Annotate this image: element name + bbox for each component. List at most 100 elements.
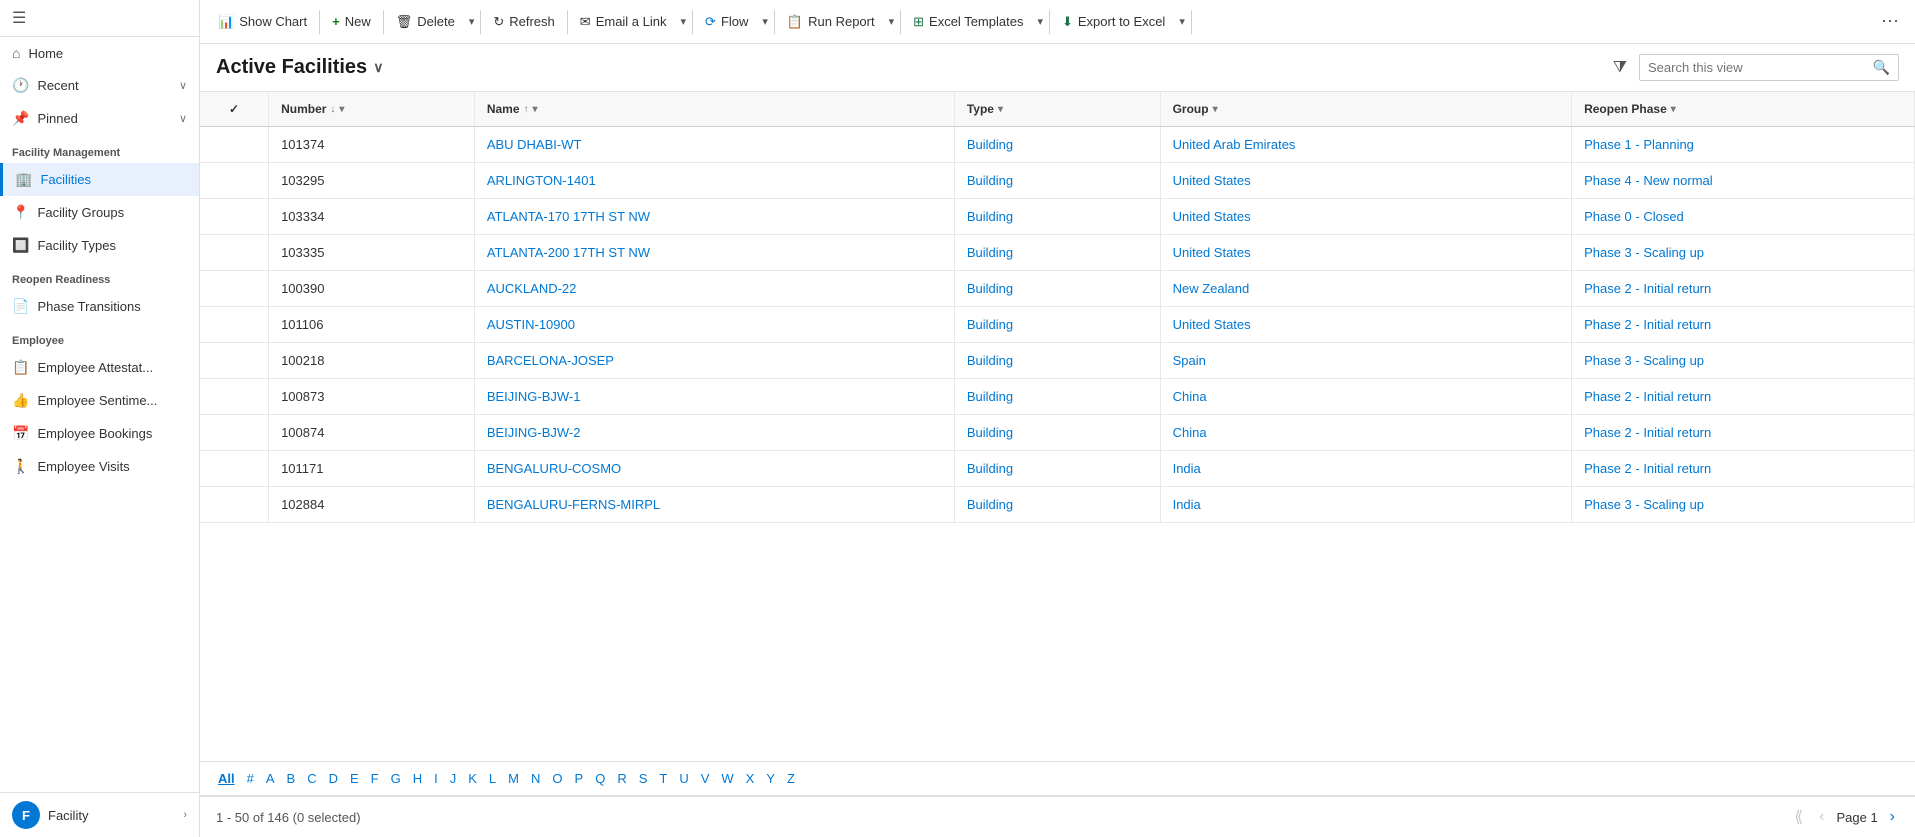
row-checkbox[interactable] <box>200 271 269 307</box>
sidebar-item-phase-transitions[interactable]: 📄 Phase Transitions <box>0 290 199 323</box>
row-phase[interactable]: Phase 3 - Scaling up <box>1572 343 1915 379</box>
alpha-btn-i[interactable]: I <box>428 768 444 789</box>
hamburger-icon[interactable]: ☰ <box>12 8 26 28</box>
th-group[interactable]: Group ▾ <box>1160 92 1571 127</box>
row-checkbox[interactable] <box>200 343 269 379</box>
facility-link[interactable]: ARLINGTON-1401 <box>487 173 596 188</box>
alpha-btn-o[interactable]: O <box>546 768 568 789</box>
th-reopen-phase[interactable]: Reopen Phase ▾ <box>1572 92 1915 127</box>
row-checkbox[interactable] <box>200 163 269 199</box>
sidebar-item-pinned[interactable]: 📌 Pinned ∨ <box>0 102 199 135</box>
prev-page-button[interactable]: ‹ <box>1815 806 1828 828</box>
filter-icon[interactable]: ⧩ <box>1609 55 1631 81</box>
show-chart-button[interactable]: 📊 Show Chart <box>208 8 317 36</box>
alpha-btn-c[interactable]: C <box>301 768 322 789</box>
alpha-btn-#[interactable]: # <box>241 768 260 789</box>
alpha-btn-m[interactable]: M <box>502 768 525 789</box>
facility-link[interactable]: AUCKLAND-22 <box>487 281 577 296</box>
row-name[interactable]: BENGALURU-COSMO <box>474 451 954 487</box>
alpha-btn-a[interactable]: A <box>260 768 281 789</box>
row-phase[interactable]: Phase 2 - Initial return <box>1572 271 1915 307</box>
search-input[interactable] <box>1648 60 1867 75</box>
sidebar-item-facilities[interactable]: 🏢 Facilities <box>0 163 199 196</box>
row-phase[interactable]: Phase 0 - Closed <box>1572 199 1915 235</box>
excel-templates-chevron[interactable]: ▾ <box>1033 9 1047 34</box>
row-checkbox[interactable] <box>200 415 269 451</box>
alpha-btn-t[interactable]: T <box>653 768 673 789</box>
sidebar-item-employee-visits[interactable]: 🚶 Employee Visits <box>0 450 199 483</box>
sidebar-item-employee-bookings[interactable]: 📅 Employee Bookings <box>0 417 199 450</box>
alpha-btn-n[interactable]: N <box>525 768 546 789</box>
alpha-btn-w[interactable]: W <box>715 768 739 789</box>
row-group[interactable]: India <box>1160 487 1571 523</box>
row-phase[interactable]: Phase 2 - Initial return <box>1572 307 1915 343</box>
alpha-btn-q[interactable]: Q <box>589 768 611 789</box>
row-phase[interactable]: Phase 4 - New normal <box>1572 163 1915 199</box>
alpha-btn-b[interactable]: B <box>281 768 302 789</box>
run-report-button[interactable]: 📋 Run Report <box>777 8 885 36</box>
row-checkbox[interactable] <box>200 379 269 415</box>
sidebar-item-employee-sentime[interactable]: 👍 Employee Sentime... <box>0 384 199 417</box>
row-group[interactable]: United Arab Emirates <box>1160 127 1571 163</box>
delete-button[interactable]: 🗑 Delete <box>386 8 465 36</box>
new-button[interactable]: + New <box>322 8 381 35</box>
search-icon[interactable]: 🔍 <box>1873 59 1890 76</box>
excel-templates-button[interactable]: ⊞ Excel Templates <box>903 8 1033 36</box>
alpha-btn-h[interactable]: H <box>407 768 428 789</box>
export-to-excel-button[interactable]: ⬇ Export to Excel <box>1052 8 1175 36</box>
facility-link[interactable]: BEIJING-BJW-2 <box>487 425 581 440</box>
flow-chevron[interactable]: ▾ <box>758 9 772 34</box>
email-chevron[interactable]: ▾ <box>677 9 691 34</box>
row-phase[interactable]: Phase 3 - Scaling up <box>1572 487 1915 523</box>
row-group[interactable]: United States <box>1160 163 1571 199</box>
next-page-button[interactable]: › <box>1886 806 1899 828</box>
alpha-btn-r[interactable]: R <box>611 768 632 789</box>
view-title-chevron[interactable]: ∨ <box>373 59 383 76</box>
alpha-btn-j[interactable]: J <box>444 768 463 789</box>
row-phase[interactable]: Phase 2 - Initial return <box>1572 415 1915 451</box>
alpha-btn-x[interactable]: X <box>740 768 761 789</box>
refresh-button[interactable]: ↻ Refresh <box>483 8 564 36</box>
row-checkbox[interactable] <box>200 451 269 487</box>
row-checkbox[interactable] <box>200 127 269 163</box>
row-phase[interactable]: Phase 2 - Initial return <box>1572 451 1915 487</box>
row-checkbox[interactable] <box>200 235 269 271</box>
run-report-chevron[interactable]: ▾ <box>885 9 899 34</box>
row-name[interactable]: ATLANTA-200 17TH ST NW <box>474 235 954 271</box>
row-name[interactable]: ABU DHABI-WT <box>474 127 954 163</box>
first-page-button[interactable]: ⟪ <box>1790 805 1807 829</box>
alpha-btn-f[interactable]: F <box>365 768 385 789</box>
row-name[interactable]: ATLANTA-170 17TH ST NW <box>474 199 954 235</box>
alpha-btn-d[interactable]: D <box>323 768 344 789</box>
alpha-btn-z[interactable]: Z <box>781 768 801 789</box>
facility-link[interactable]: ABU DHABI-WT <box>487 137 582 152</box>
row-phase[interactable]: Phase 2 - Initial return <box>1572 379 1915 415</box>
row-checkbox[interactable] <box>200 487 269 523</box>
delete-chevron[interactable]: ▾ <box>465 9 479 34</box>
row-group[interactable]: China <box>1160 415 1571 451</box>
row-phase[interactable]: Phase 1 - Planning <box>1572 127 1915 163</box>
row-group[interactable]: Spain <box>1160 343 1571 379</box>
row-name[interactable]: AUSTIN-10900 <box>474 307 954 343</box>
email-link-button[interactable]: ✉ Email a Link <box>570 8 677 36</box>
row-name[interactable]: BENGALURU-FERNS-MIRPL <box>474 487 954 523</box>
alpha-btn-v[interactable]: V <box>695 768 716 789</box>
row-checkbox[interactable] <box>200 199 269 235</box>
sidebar-item-home[interactable]: ⌂ Home <box>0 37 199 69</box>
row-phase[interactable]: Phase 3 - Scaling up <box>1572 235 1915 271</box>
row-group[interactable]: China <box>1160 379 1571 415</box>
th-type[interactable]: Type ▾ <box>954 92 1160 127</box>
th-name[interactable]: Name ↑ ▾ <box>474 92 954 127</box>
row-checkbox[interactable] <box>200 307 269 343</box>
facility-link[interactable]: BENGALURU-FERNS-MIRPL <box>487 497 660 512</box>
row-group[interactable]: India <box>1160 451 1571 487</box>
sidebar-item-recent[interactable]: 🕐 Recent ∨ <box>0 69 199 102</box>
facility-link[interactable]: AUSTIN-10900 <box>487 317 575 332</box>
more-options-button[interactable]: ⋯ <box>1873 5 1907 38</box>
facility-link[interactable]: ATLANTA-200 17TH ST NW <box>487 245 650 260</box>
row-group[interactable]: United States <box>1160 235 1571 271</box>
alpha-btn-y[interactable]: Y <box>760 768 781 789</box>
alpha-btn-l[interactable]: L <box>483 768 502 789</box>
row-name[interactable]: BEIJING-BJW-2 <box>474 415 954 451</box>
alpha-btn-g[interactable]: G <box>385 768 407 789</box>
